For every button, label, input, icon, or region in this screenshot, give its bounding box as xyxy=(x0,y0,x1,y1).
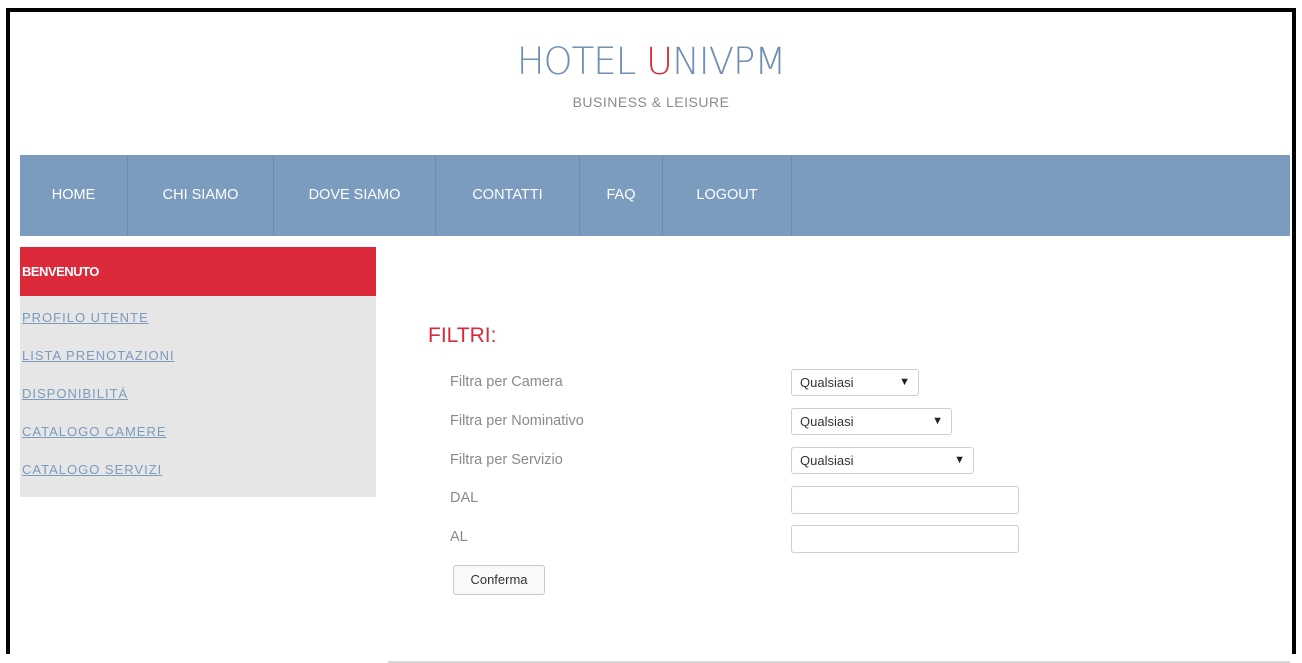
filter-al-input[interactable] xyxy=(791,525,1019,553)
sidebar-link-catalogo-servizi[interactable]: CATALOGO SERVIZI xyxy=(20,456,376,494)
brand-title: HOTEL UNIVPM xyxy=(10,40,1292,84)
confirm-button[interactable]: Conferma xyxy=(453,565,545,595)
sidebar-header: BENVENUTO xyxy=(20,247,376,296)
nav-contatti[interactable]: CONTATTI xyxy=(436,155,580,236)
brand-header: HOTEL UNIVPM BUSINESS & LEISURE xyxy=(10,40,1292,110)
sidebar: BENVENUTO PROFILO UTENTE LISTA PRENOTAZI… xyxy=(20,247,376,497)
dropdown-arrow-icon: ▼ xyxy=(932,415,943,427)
nav-chi-siamo[interactable]: CHI SIAMO xyxy=(128,155,274,236)
filter-nominativo-label: Filtra per Nominativo xyxy=(450,413,584,429)
dropdown-arrow-icon: ▼ xyxy=(954,454,965,466)
nav-dove-siamo[interactable]: DOVE SIAMO xyxy=(274,155,436,236)
brand-title-part: NIVPM xyxy=(672,40,786,83)
nav-home[interactable]: HOME xyxy=(20,155,128,236)
sidebar-link-catalogo-camere[interactable]: CATALOGO CAMERE xyxy=(20,418,376,456)
filter-dal-input[interactable] xyxy=(791,486,1019,514)
brand-title-accent: U xyxy=(646,40,673,83)
brand-subtitle: BUSINESS & LEISURE xyxy=(572,94,730,110)
nav-logout[interactable]: LOGOUT xyxy=(663,155,792,236)
dropdown-arrow-icon: ▼ xyxy=(899,376,910,388)
filter-camera-label: Filtra per Camera xyxy=(450,374,563,390)
page-frame: HOTEL UNIVPM BUSINESS & LEISURE HOME CHI… xyxy=(6,8,1296,663)
main-navbar: HOME CHI SIAMO DOVE SIAMO CONTATTI FAQ L… xyxy=(20,155,1290,236)
filter-nominativo-select[interactable]: Qualsiasi ▼ xyxy=(791,408,952,435)
sidebar-link-disponibilita[interactable]: DISPONIBILITÁ xyxy=(20,380,376,418)
filter-camera-select[interactable]: Qualsiasi ▼ xyxy=(791,369,919,396)
filter-nominativo-value: Qualsiasi xyxy=(800,414,854,429)
filter-camera-value: Qualsiasi xyxy=(800,375,854,390)
sidebar-link-lista-prenotazioni[interactable]: LISTA PRENOTAZIONI xyxy=(20,342,376,380)
sidebar-links: PROFILO UTENTE LISTA PRENOTAZIONI DISPON… xyxy=(20,296,376,497)
filter-servizio-value: Qualsiasi xyxy=(800,453,854,468)
sidebar-link-profilo-utente[interactable]: PROFILO UTENTE xyxy=(20,304,376,342)
filter-al-label: AL xyxy=(450,529,468,545)
nav-faq[interactable]: FAQ xyxy=(580,155,663,236)
filters-title: FILTRI: xyxy=(428,324,497,347)
filter-dal-label: DAL xyxy=(450,490,479,506)
filter-servizio-select[interactable]: Qualsiasi ▼ xyxy=(791,447,974,474)
filter-servizio-label: Filtra per Servizio xyxy=(450,452,563,468)
brand-title-part: HOTEL xyxy=(516,40,647,83)
